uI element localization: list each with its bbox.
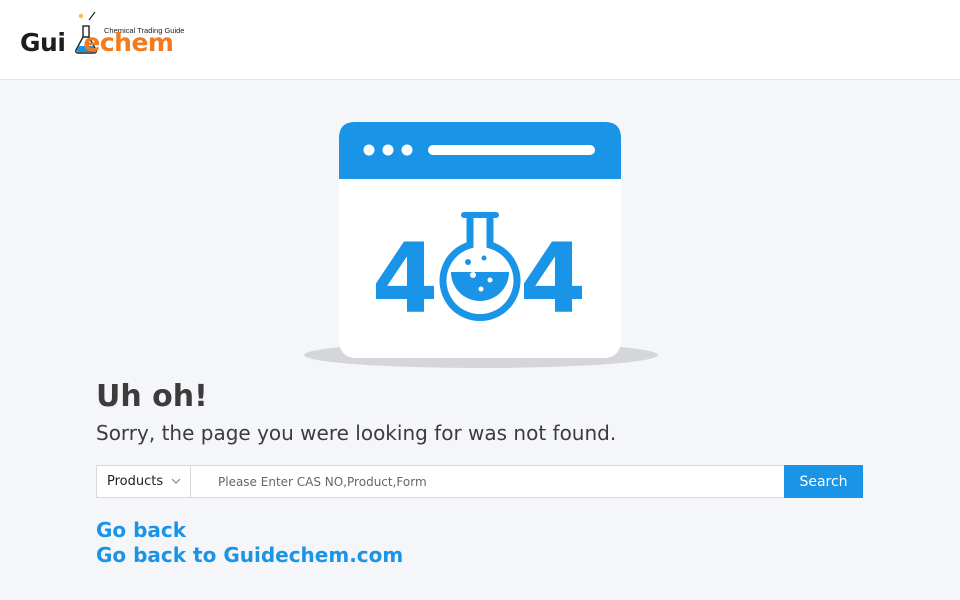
logo-wordmark-left: Gui [20,28,66,57]
error-message: Sorry, the page you were looking for was… [96,421,617,445]
logo-wordmark-right: echem [83,28,174,57]
navigation-links: Go back Go back to Guidechem.com [96,518,403,568]
address-bar [428,145,595,155]
category-select[interactable]: Products [97,466,191,497]
category-select-value: Products [107,474,164,489]
go-home-link[interactable]: Go back to Guidechem.com [96,543,403,568]
search-button[interactable]: Search [784,465,863,498]
window-dot-icon [382,144,394,156]
logo-wordmark: Gui echem [20,28,174,58]
search-bar: Products Search [96,465,863,498]
site-header: Chemical Trading Guide Gui echem [0,0,960,80]
404-illustration: 4 4 [304,122,658,368]
window-dot-icon [401,144,413,156]
chevron-down-icon [171,478,181,484]
window-dot-icon [363,144,375,156]
guidechem-logo[interactable]: Chemical Trading Guide Gui echem [20,10,205,62]
page-title: Uh oh! [96,379,208,414]
go-back-link[interactable]: Go back [96,518,403,543]
search-input[interactable] [191,466,784,497]
error-digit-left: 4 [372,223,439,335]
error-digit-right: 4 [520,223,587,335]
